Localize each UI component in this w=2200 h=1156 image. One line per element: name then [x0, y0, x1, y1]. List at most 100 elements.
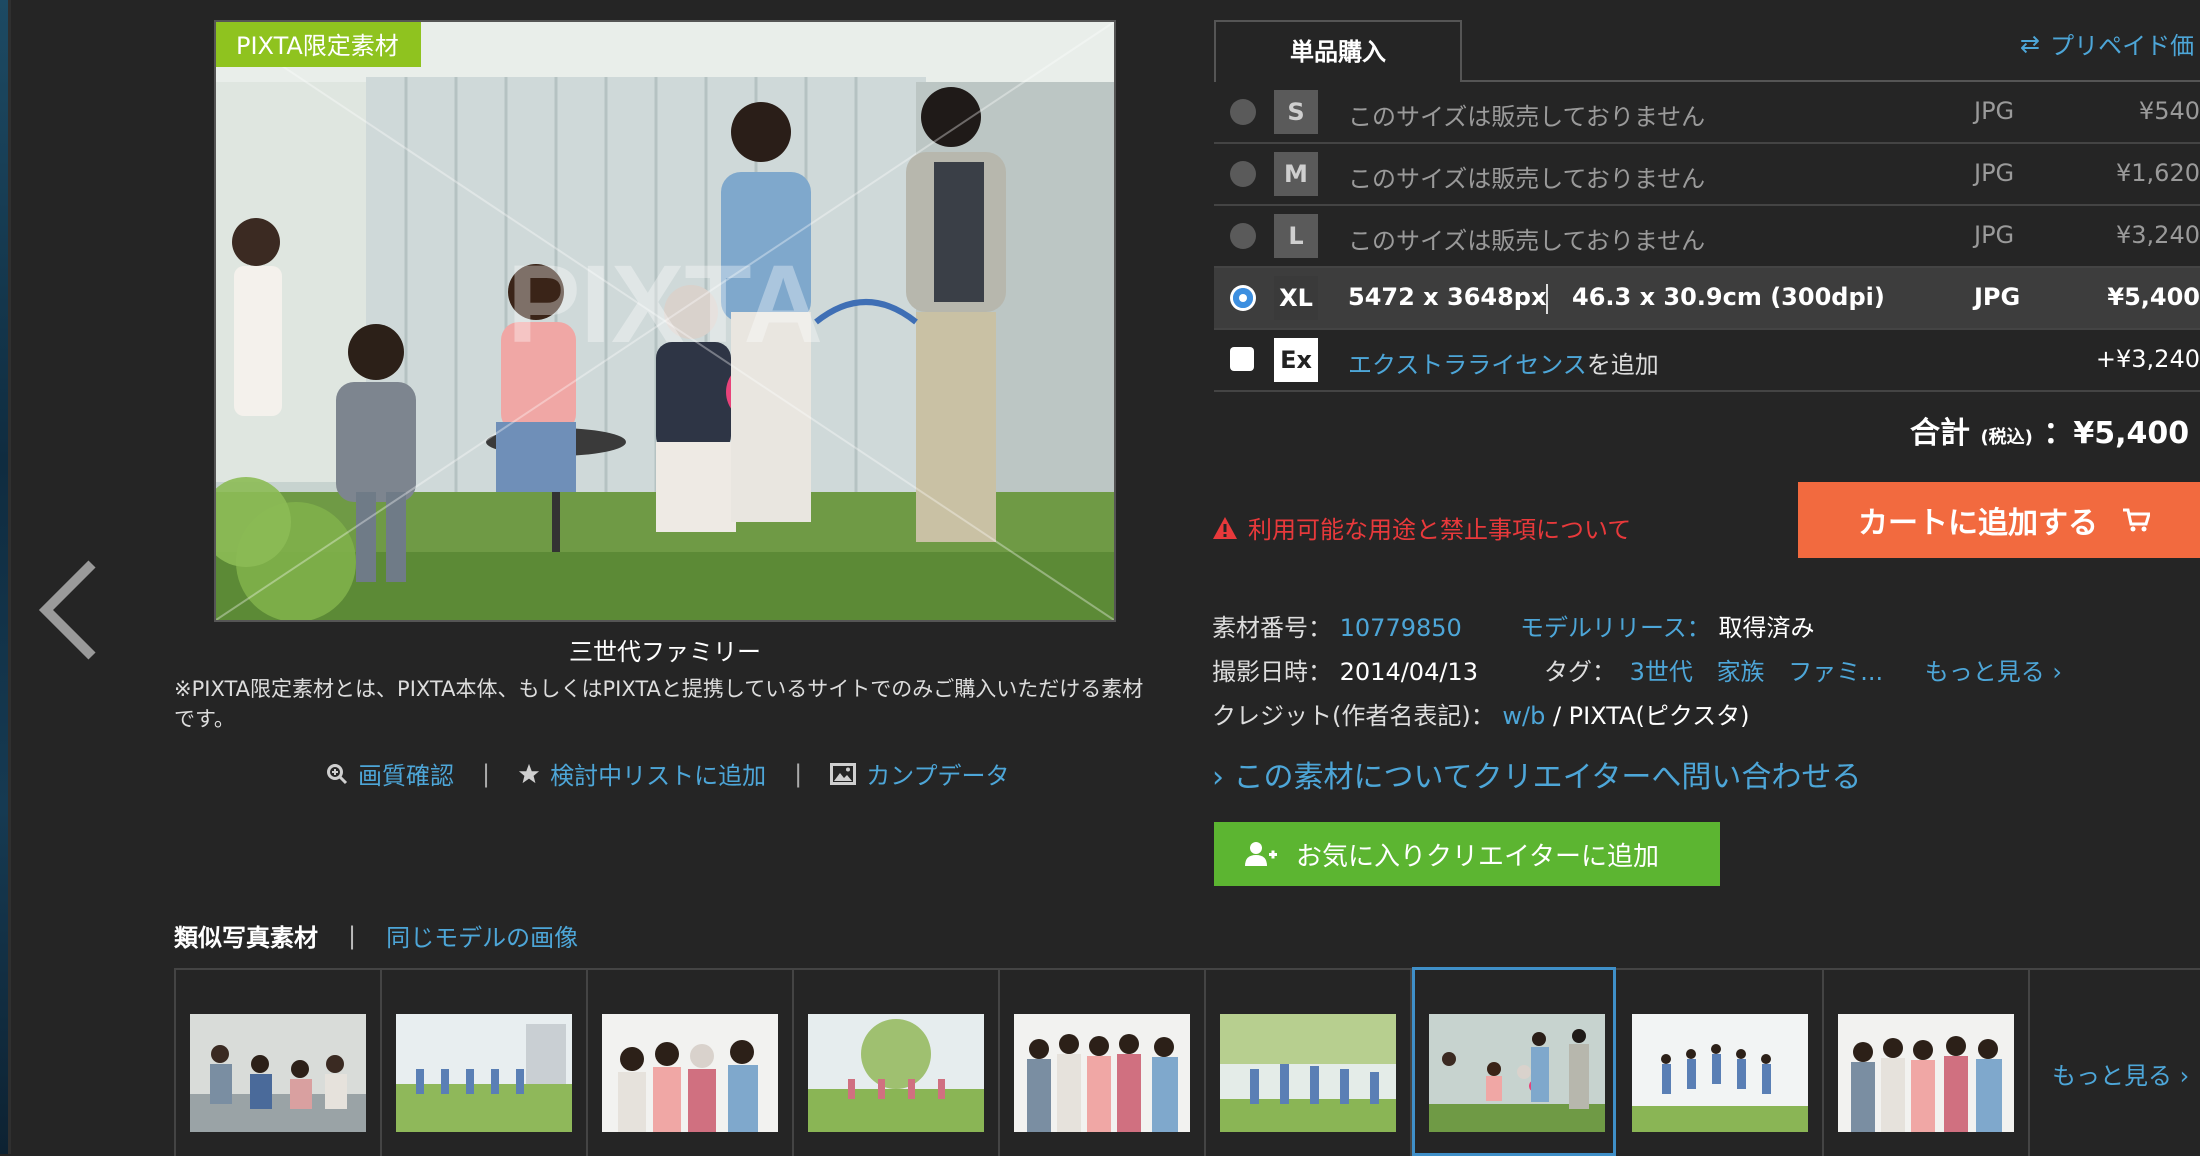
size-badge: Ex — [1274, 338, 1318, 382]
tools-separator: | — [794, 759, 803, 788]
total-label: 合計 — [1910, 416, 1970, 451]
size-cm: 46.3 x 30.9cm (300dpi) — [1572, 283, 1885, 311]
total-price: 合計 (税込) ：¥5,400 — [1910, 408, 2189, 452]
similar-thumbnail[interactable] — [1824, 970, 2030, 1156]
size-price: ¥540 — [2138, 97, 2200, 125]
similar-thumbnail[interactable] — [1000, 970, 1206, 1156]
warning-icon — [1213, 516, 1237, 539]
extra-license-link[interactable]: エクストラライセンス — [1348, 351, 1587, 379]
usage-warning-link[interactable]: 利用可能な用途と禁止事項について — [1212, 510, 1631, 545]
material-id-row: 素材番号： 10779850 — [1212, 608, 1462, 643]
size-options: S このサイズは販売しておりません JPG ¥540 M このサイズは販売してお… — [1214, 82, 2200, 392]
shoot-date-value: 2014/04/13 — [1339, 658, 1478, 686]
add-to-cart-label: カートに追加する — [1858, 506, 2098, 541]
credit-row: クレジット(作者名表記)： w/b / PIXTA(ピクスタ) — [1212, 696, 1749, 731]
size-desc: このサイズは販売しておりません — [1348, 165, 1706, 193]
similar-tabs: 類似写真素材 | 同じモデルの画像 — [174, 918, 578, 953]
thumbnail-image — [1838, 1014, 2014, 1132]
size-desc: このサイズは販売しておりません — [1348, 227, 1706, 255]
tab-single-purchase[interactable]: 単品購入 — [1214, 20, 1462, 82]
image-icon — [830, 762, 857, 785]
size-radio[interactable] — [1230, 161, 1256, 187]
thumbnail-image — [1014, 1014, 1190, 1132]
size-row-xl[interactable]: XL 5472 x 3648px 46.3 x 30.9cm (300dpi) … — [1214, 268, 2200, 330]
tag-link[interactable]: ファミ... — [1788, 658, 1883, 686]
desktop-edge — [0, 0, 8, 1154]
similar-thumbnail[interactable] — [794, 970, 1000, 1156]
add-favorite-creator-button[interactable]: お気に入りクリエイターに追加 — [1214, 822, 1720, 886]
shoot-date-row: 撮影日時： 2014/04/13 — [1212, 652, 1478, 687]
usage-warning-label: 利用可能な用途と禁止事項について — [1248, 516, 1632, 544]
similar-thumbnail[interactable] — [588, 970, 794, 1156]
similar-photos-strip — [174, 967, 2200, 1156]
size-row-s[interactable]: S このサイズは販売しておりません JPG ¥540 — [1214, 82, 2200, 144]
comp-data-label: カンプデータ — [866, 762, 1010, 790]
star-icon — [519, 763, 540, 783]
total-value: ：¥5,400 — [2043, 416, 2190, 451]
prepaid-price-toggle[interactable]: ⇄ プリペイド価 — [2020, 26, 2194, 61]
image-title: 三世代ファミリー — [569, 638, 761, 666]
size-desc: このサイズは販売しておりません — [1348, 103, 1706, 131]
similar-thumbnail[interactable] — [176, 970, 382, 1156]
add-user-icon — [1245, 842, 1277, 866]
main-photo[interactable]: PIXTA PIXTA限定素材 — [214, 20, 1116, 622]
previous-arrow-icon[interactable] — [38, 560, 100, 660]
size-divider — [1546, 284, 1548, 314]
tab-similar-photos[interactable]: 類似写真素材 — [174, 918, 318, 953]
extra-license-price: +¥3,240 — [2095, 345, 2200, 373]
model-release-label[interactable]: モデルリリース： — [1520, 614, 1711, 642]
photo-watermark: PIXTA — [507, 243, 823, 366]
size-radio[interactable] — [1230, 223, 1256, 249]
more-tags-link[interactable]: もっと見る › — [1925, 658, 2062, 686]
cart-icon — [2123, 508, 2150, 532]
extra-license-text: エクストラライセンスを追加 — [1348, 345, 1659, 380]
tab-same-model[interactable]: 同じモデルの画像 — [386, 918, 578, 953]
quality-check-link[interactable]: 画質確認 — [326, 756, 454, 791]
tag-link[interactable]: 3世代 — [1630, 658, 1693, 686]
exclusive-note: ※PIXTA限定素材とは、PIXTA本体、もしくはPIXTAと提携しているサイト… — [174, 677, 1144, 731]
extra-license-suffix: を追加 — [1586, 351, 1659, 379]
comp-data-link[interactable]: カンプデータ — [830, 756, 1009, 791]
size-radio[interactable] — [1230, 99, 1256, 125]
size-price: ¥3,240 — [2116, 221, 2200, 249]
total-tax-label: (税込) — [1980, 427, 2033, 448]
add-to-wishlist-label: 検討中リストに追加 — [550, 762, 767, 790]
size-row-l[interactable]: L このサイズは販売しておりません JPG ¥3,240 — [1214, 206, 2200, 268]
size-format: JPG — [1974, 159, 2015, 187]
add-to-cart-button[interactable]: カートに追加する — [1798, 482, 2200, 558]
material-id-label: 素材番号： — [1212, 614, 1332, 642]
image-tools: 画質確認 | 検討中リストに追加 | カンプデータ — [326, 756, 1009, 791]
credit-site: / PIXTA(ピクスタ) — [1545, 702, 1750, 730]
similar-thumbnail[interactable] — [382, 970, 588, 1156]
size-row-m[interactable]: M このサイズは販売しておりません JPG ¥1,620 — [1214, 144, 2200, 206]
size-format: JPG — [1974, 283, 2021, 311]
contact-creator-link[interactable]: › この素材についてクリエイターへ問い合わせる — [1212, 752, 1861, 796]
size-badge: L — [1274, 214, 1318, 258]
similar-thumbnail[interactable] — [1618, 970, 1824, 1156]
creator-link[interactable]: w/b — [1502, 702, 1545, 730]
tags-label: タグ： — [1544, 658, 1616, 686]
exclusive-badge: PIXTA限定素材 — [216, 22, 421, 67]
prepaid-label: プリペイド価 — [2050, 32, 2195, 60]
add-to-wishlist-link[interactable]: 検討中リストに追加 — [518, 756, 766, 791]
material-id-value[interactable]: 10779850 — [1340, 614, 1462, 642]
size-price: ¥5,400 — [2107, 283, 2200, 311]
tag-link[interactable]: 家族 — [1717, 658, 1765, 686]
size-pixels: 5472 x 3648px — [1348, 283, 1547, 311]
tools-separator: | — [482, 759, 491, 788]
similar-thumbnail[interactable] — [1206, 970, 1412, 1156]
size-format: JPG — [1974, 221, 2015, 249]
quality-check-label: 画質確認 — [358, 762, 454, 790]
size-badge: M — [1274, 152, 1318, 196]
size-format: JPG — [1974, 97, 2015, 125]
similar-thumbnail-current[interactable] — [1412, 967, 1616, 1156]
size-radio-selected[interactable] — [1230, 285, 1256, 311]
thumbnail-image — [1632, 1014, 1808, 1132]
tags-row: タグ： 3世代 家族 ファミ... もっと見る › — [1544, 652, 2062, 687]
thumbnail-image — [602, 1014, 778, 1132]
extra-license-checkbox[interactable] — [1230, 347, 1254, 371]
thumbnail-image — [1429, 1014, 1605, 1132]
thumbnail-image — [190, 1014, 366, 1132]
more-similar-link[interactable]: もっと見る › — [2052, 1056, 2189, 1091]
extra-license-row[interactable]: Ex エクストラライセンスを追加 +¥3,240 — [1214, 330, 2200, 392]
